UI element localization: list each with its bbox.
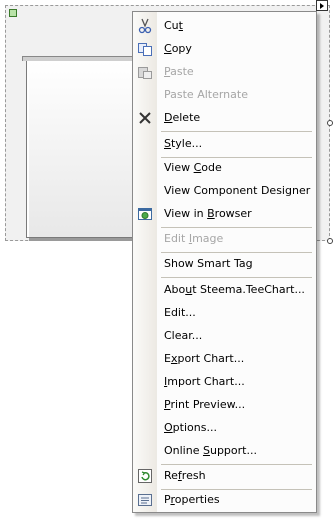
menu-item-label: Export Chart... <box>164 352 245 365</box>
smart-tag-arrow-icon[interactable] <box>316 0 328 11</box>
menu-item-label: Online Support... <box>164 444 257 457</box>
menu-item-label: Show Smart Tag <box>164 257 253 270</box>
browser-icon <box>137 206 153 222</box>
chart-panel[interactable] <box>22 56 148 238</box>
menu-item-paste-alternate: Paste Alternate <box>133 84 316 106</box>
menu-item-refresh[interactable]: Refresh <box>133 465 316 487</box>
paste-icon <box>137 64 153 80</box>
menu-item-about[interactable]: About Steema.TeeChart... <box>133 279 316 301</box>
properties-icon <box>137 492 153 508</box>
menu-item-style[interactable]: Style... <box>133 133 316 155</box>
context-menu: Cut Copy Paste Paste Alternate Delete St… <box>132 11 317 513</box>
menu-item-options[interactable]: Options... <box>133 417 316 439</box>
menu-item-label: Options... <box>164 421 217 434</box>
menu-item-export-chart[interactable]: Export Chart... <box>133 348 316 370</box>
menu-item-view-in-browser[interactable]: View in Browser <box>133 203 316 225</box>
menu-item-label: Paste <box>164 65 194 78</box>
menu-item-label: View in Browser <box>164 207 252 220</box>
menu-item-properties[interactable]: Properties <box>133 489 316 511</box>
copy-icon <box>137 41 153 57</box>
menu-item-label: View Component Designer <box>164 184 311 197</box>
menu-item-label: Cut <box>164 19 183 32</box>
menu-item-cut[interactable]: Cut <box>133 15 316 37</box>
menu-separator <box>161 131 312 132</box>
resize-handle-right-icon[interactable] <box>327 120 333 126</box>
menu-item-label: View Code <box>164 161 222 174</box>
delete-icon <box>137 110 153 126</box>
menu-item-label: Refresh <box>164 469 206 482</box>
menu-item-import-chart[interactable]: Import Chart... <box>133 371 316 393</box>
menu-item-clear[interactable]: Clear... <box>133 325 316 347</box>
menu-item-label: Clear... <box>164 329 203 342</box>
refresh-icon <box>137 468 153 484</box>
menu-item-label: About Steema.TeeChart... <box>164 283 305 296</box>
menu-item-print-preview[interactable]: Print Preview... <box>133 394 316 416</box>
menu-item-label: Style... <box>164 137 203 150</box>
menu-item-view-code[interactable]: View Code <box>133 157 316 179</box>
menu-item-label: Print Preview... <box>164 398 246 411</box>
menu-item-label: Edit Image <box>164 232 224 245</box>
menu-item-show-smart-tag[interactable]: Show Smart Tag <box>133 253 316 275</box>
menu-item-paste: Paste <box>133 61 316 83</box>
resize-handle-bottom-right-icon[interactable] <box>327 238 333 244</box>
menu-item-copy[interactable]: Copy <box>133 38 316 60</box>
menu-item-edit-image: Edit Image <box>133 228 316 250</box>
menu-item-view-component-designer[interactable]: View Component Designer <box>133 180 316 202</box>
menu-item-label: Import Chart... <box>164 375 245 388</box>
component-glyph-icon <box>9 9 17 17</box>
menu-separator <box>161 277 312 278</box>
menu-item-delete[interactable]: Delete <box>133 107 316 129</box>
cut-icon <box>137 18 153 34</box>
menu-item-label: Edit... <box>164 306 196 319</box>
menu-item-label: Copy <box>164 42 192 55</box>
menu-item-label: Properties <box>164 493 220 506</box>
menu-item-label: Delete <box>164 111 201 124</box>
menu-item-edit[interactable]: Edit... <box>133 302 316 324</box>
menu-item-label: Paste Alternate <box>164 88 248 101</box>
menu-item-online-support[interactable]: Online Support... <box>133 440 316 462</box>
